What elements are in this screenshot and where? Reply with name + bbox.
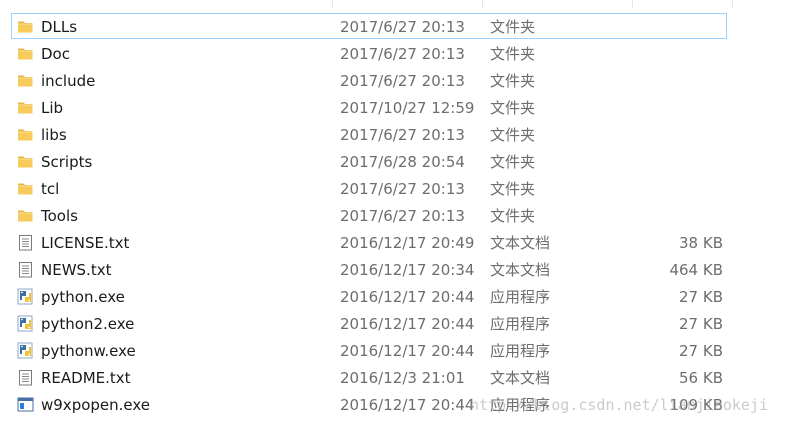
file-type: 文本文档	[490, 369, 551, 387]
file-size: 464 KB	[669, 261, 723, 279]
file-row[interactable]: Scripts 2017/6/28 20:54 文件夹	[0, 148, 809, 175]
file-name: libs	[41, 126, 67, 144]
file-type: 文本文档	[490, 234, 551, 252]
file-type: 文件夹	[490, 72, 536, 90]
file-size: 38 KB	[679, 234, 723, 252]
file-modified-date: 2017/6/28 20:54	[340, 153, 465, 171]
file-type: 应用程序	[490, 342, 551, 360]
file-name: Lib	[41, 99, 64, 117]
file-name: tcl	[41, 180, 60, 198]
text-file-icon	[17, 369, 34, 386]
column-divider[interactable]	[732, 0, 733, 8]
file-size: 56 KB	[679, 369, 723, 387]
file-row[interactable]: python.exe 2016/12/17 20:44 应用程序 27 KB	[0, 283, 809, 310]
application-window-icon	[17, 396, 34, 413]
file-row[interactable]: tcl 2017/6/27 20:13 文件夹	[0, 175, 809, 202]
file-row[interactable]: Doc 2017/6/27 20:13 文件夹	[0, 40, 809, 67]
folder-icon	[17, 207, 34, 224]
file-modified-date: 2017/6/27 20:13	[340, 18, 465, 36]
file-type: 文件夹	[490, 18, 536, 36]
folder-icon	[17, 99, 34, 116]
column-divider[interactable]	[632, 0, 633, 8]
file-modified-date: 2017/6/27 20:13	[340, 126, 465, 144]
folder-icon	[17, 126, 34, 143]
file-row[interactable]: Lib 2017/10/27 12:59 文件夹	[0, 94, 809, 121]
file-list: DLLs 2017/6/27 20:13 文件夹 Doc 2017/6/27 20:13…	[0, 13, 809, 418]
file-modified-date: 2017/6/27 20:13	[340, 45, 465, 63]
file-modified-date: 2017/6/27 20:13	[340, 207, 465, 225]
file-modified-date: 2017/6/27 20:13	[340, 72, 465, 90]
file-modified-date: 2016/12/17 20:44	[340, 288, 475, 306]
file-row[interactable]: python2.exe 2016/12/17 20:44 应用程序 27 KB	[0, 310, 809, 337]
folder-icon	[17, 180, 34, 197]
file-type: 文本文档	[490, 261, 551, 279]
file-name: python.exe	[41, 288, 125, 306]
file-name: README.txt	[41, 369, 131, 387]
file-size: 109 KB	[669, 396, 723, 414]
file-type: 文件夹	[490, 99, 536, 117]
file-modified-date: 2016/12/17 20:44	[340, 396, 475, 414]
file-name: w9xpopen.exe	[41, 396, 151, 414]
folder-icon	[17, 72, 34, 89]
file-modified-date: 2016/12/17 20:34	[340, 261, 475, 279]
text-file-icon	[17, 261, 34, 278]
file-name: NEWS.txt	[41, 261, 112, 279]
folder-icon	[17, 153, 34, 170]
file-type: 应用程序	[490, 315, 551, 333]
file-modified-date: 2016/12/17 20:49	[340, 234, 475, 252]
file-size: 27 KB	[679, 342, 723, 360]
column-divider[interactable]	[332, 0, 333, 8]
file-type: 应用程序	[490, 288, 551, 306]
file-name: Doc	[41, 45, 70, 63]
folder-icon	[17, 18, 34, 35]
file-type: 应用程序	[490, 396, 551, 414]
python-exe-icon	[17, 288, 34, 305]
file-row[interactable]: include 2017/6/27 20:13 文件夹	[0, 67, 809, 94]
file-modified-date: 2017/10/27 12:59	[340, 99, 475, 117]
column-divider[interactable]	[482, 0, 483, 8]
file-name: include	[41, 72, 96, 90]
file-modified-date: 2016/12/17 20:44	[340, 315, 475, 333]
file-name: LICENSE.txt	[41, 234, 130, 252]
file-row[interactable]: NEWS.txt 2016/12/17 20:34 文本文档 464 KB	[0, 256, 809, 283]
file-row[interactable]: pythonw.exe 2016/12/17 20:44 应用程序 27 KB	[0, 337, 809, 364]
file-modified-date: 2016/12/3 21:01	[340, 369, 465, 387]
python-exe-icon	[17, 342, 34, 359]
file-modified-date: 2016/12/17 20:44	[340, 342, 475, 360]
folder-icon	[17, 45, 34, 62]
text-file-icon	[17, 234, 34, 251]
file-row[interactable]: Tools 2017/6/27 20:13 文件夹	[0, 202, 809, 229]
file-size: 27 KB	[679, 315, 723, 333]
file-row[interactable]: README.txt 2016/12/3 21:01 文本文档 56 KB	[0, 364, 809, 391]
file-modified-date: 2017/6/27 20:13	[340, 180, 465, 198]
file-type: 文件夹	[490, 180, 536, 198]
file-name: python2.exe	[41, 315, 135, 333]
file-name: DLLs	[41, 18, 78, 36]
file-row[interactable]: DLLs 2017/6/27 20:13 文件夹	[0, 13, 809, 40]
file-row[interactable]: w9xpopen.exe 2016/12/17 20:44 应用程序 109 KB	[0, 391, 809, 418]
file-name: Tools	[41, 207, 78, 225]
file-type: 文件夹	[490, 153, 536, 171]
file-row[interactable]: LICENSE.txt 2016/12/17 20:49 文本文档 38 KB	[0, 229, 809, 256]
file-name: Scripts	[41, 153, 93, 171]
file-size: 27 KB	[679, 288, 723, 306]
file-type: 文件夹	[490, 45, 536, 63]
file-type: 文件夹	[490, 207, 536, 225]
file-name: pythonw.exe	[41, 342, 136, 360]
file-row[interactable]: libs 2017/6/27 20:13 文件夹	[0, 121, 809, 148]
file-type: 文件夹	[490, 126, 536, 144]
python-exe-icon	[17, 315, 34, 332]
